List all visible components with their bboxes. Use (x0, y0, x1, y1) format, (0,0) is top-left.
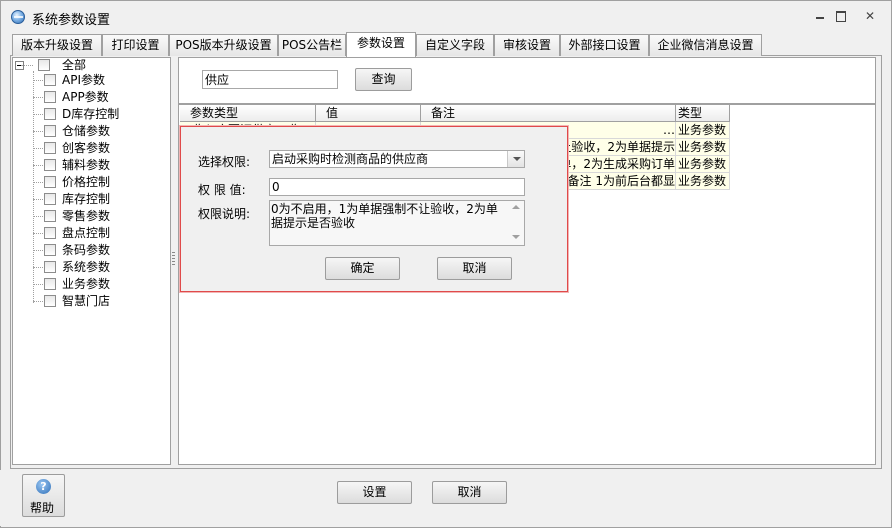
tree-item-checkbox[interactable] (44, 159, 56, 171)
tree-connector (33, 97, 43, 98)
splitter-handle[interactable] (172, 252, 175, 266)
tree-item-checkbox[interactable] (44, 108, 56, 120)
tab-pos-notice[interactable]: POS公告栏 (278, 34, 346, 56)
close-icon[interactable] (858, 7, 882, 25)
tree-item-checkbox[interactable] (44, 227, 56, 239)
tree-item-label[interactable]: 辅料参数 (62, 158, 110, 172)
tree-item-checkbox[interactable] (44, 193, 56, 205)
col-param-type[interactable]: 参数类型 (180, 105, 316, 122)
type-cell: 业务参数 (676, 173, 730, 190)
tree-item-checkbox[interactable] (44, 295, 56, 307)
tree-connector (33, 284, 43, 285)
tree-connector (33, 216, 43, 217)
permission-value-label: 权 限 值: (198, 183, 246, 197)
chevron-down-icon[interactable] (507, 151, 524, 167)
type-cell: 业务参数 (676, 139, 730, 156)
tree-connector (33, 71, 34, 303)
tree-item-label[interactable]: API参数 (62, 73, 105, 87)
tab-audit-settings[interactable]: 审核设置 (494, 34, 560, 56)
type-cell: 业务参数 (676, 156, 730, 173)
title-bar[interactable]: 系统参数设置 (1, 1, 891, 32)
tree-item-checkbox[interactable] (44, 210, 56, 222)
app-globe-icon (11, 10, 25, 24)
permission-desc-label: 权限说明: (198, 207, 251, 221)
permission-value-input[interactable] (269, 178, 525, 196)
tree-item-checkbox[interactable] (44, 244, 56, 256)
tree-item-label[interactable]: 条码参数 (62, 243, 110, 257)
col-value[interactable]: 值 (316, 105, 421, 122)
tree-item-label[interactable]: APP参数 (62, 90, 109, 104)
help-label: 帮助 (30, 501, 55, 515)
window-title: 系统参数设置 (32, 13, 111, 28)
query-button[interactable]: 查询 (355, 68, 412, 91)
tree-root-label: 全部 (62, 58, 87, 72)
tree-item-checkbox[interactable] (44, 278, 56, 290)
tab-custom-fields[interactable]: 自定义字段 (416, 34, 494, 56)
permission-select[interactable]: 启动采购时检测商品的供应商 (269, 150, 525, 168)
help-question-icon: ? (36, 479, 51, 494)
scrollbar[interactable] (508, 201, 524, 245)
tree-item-checkbox[interactable] (44, 142, 56, 154)
tab-version-upgrade[interactable]: 版本升级设置 (12, 34, 102, 56)
tree-connector (33, 199, 43, 200)
tree-item-label[interactable]: 盘点控制 (62, 226, 110, 240)
tree-connector (33, 80, 43, 81)
tree-item-checkbox[interactable] (44, 176, 56, 188)
tree-item-label[interactable]: 业务参数 (62, 277, 110, 291)
tree-connector (33, 250, 43, 251)
tree-item-checkbox[interactable] (44, 125, 56, 137)
tree-connector (33, 233, 43, 234)
col-note[interactable]: 备注 (421, 105, 676, 122)
tree-connector (21, 65, 33, 66)
set-button[interactable]: 设置 (337, 481, 412, 504)
tree-connector (33, 131, 43, 132)
checkbox-all[interactable] (38, 59, 50, 71)
tree-item-label[interactable]: 零售参数 (62, 209, 110, 223)
tree-item-label[interactable]: 智慧门店 (62, 294, 110, 308)
tree-connector (33, 165, 43, 166)
tab-print[interactable]: 打印设置 (102, 34, 169, 56)
tree-connector (33, 114, 43, 115)
tree-connector (33, 301, 43, 302)
maximize-icon[interactable] (828, 7, 852, 25)
tree-item-label[interactable]: 创客参数 (62, 141, 110, 155)
type-cell: 业务参数 (676, 122, 730, 139)
tree-item-checkbox[interactable] (44, 261, 56, 273)
tree-item-checkbox[interactable] (44, 91, 56, 103)
tab-parameter-settings[interactable]: 参数设置 (346, 32, 416, 57)
tree-item-label[interactable]: 仓储参数 (62, 124, 110, 138)
permission-desc-text[interactable]: 0为不启用，1为单据强制不让验收，2为单据提示是否验收 (269, 200, 525, 246)
tab-wecom-message[interactable]: 企业微信消息设置 (649, 34, 762, 56)
tree-item-label[interactable]: 库存控制 (62, 192, 110, 206)
tree-item-checkbox[interactable] (44, 74, 56, 86)
tab-external-api[interactable]: 外部接口设置 (560, 34, 649, 56)
dialog-cancel-button[interactable]: 取消 (437, 257, 512, 280)
cancel-button[interactable]: 取消 (432, 481, 507, 504)
tree-item-label[interactable]: 系统参数 (62, 260, 110, 274)
tree-connector (33, 148, 43, 149)
tree-item-label[interactable]: 价格控制 (62, 175, 110, 189)
search-input[interactable] (202, 70, 338, 89)
tree-connector (33, 182, 43, 183)
col-type[interactable]: 类型 (676, 105, 730, 122)
tab-pos-upgrade[interactable]: POS版本升级设置 (169, 34, 278, 56)
confirm-button[interactable]: 确定 (325, 257, 400, 280)
tree-item-label[interactable]: D库存控制 (62, 107, 119, 121)
select-permission-label: 选择权限: (198, 155, 251, 169)
tree-connector (33, 267, 43, 268)
